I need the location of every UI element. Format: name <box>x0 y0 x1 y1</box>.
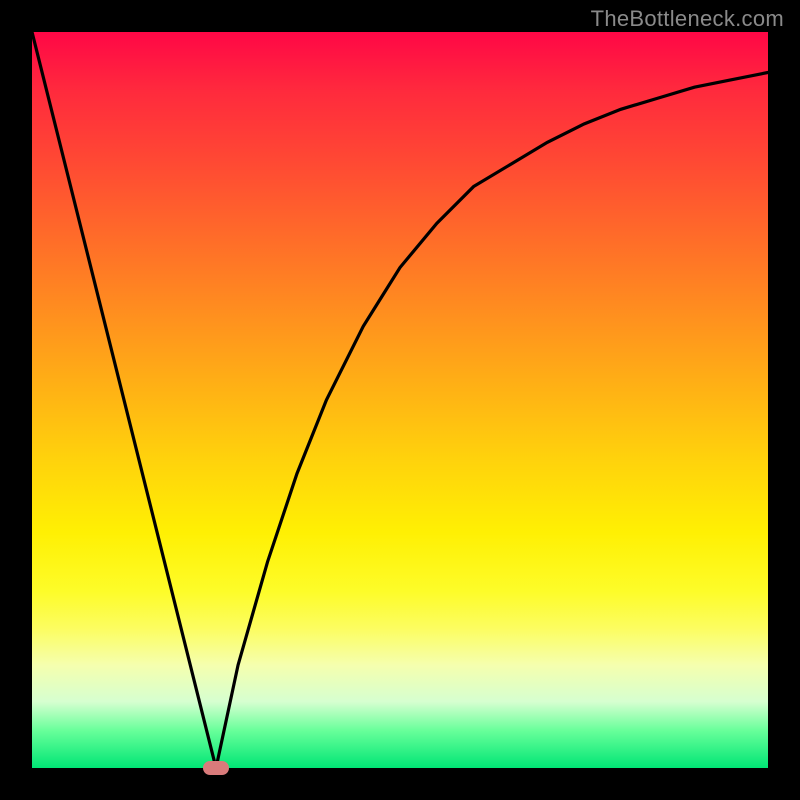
plot-area <box>32 32 768 768</box>
left-line <box>32 32 216 768</box>
chart-frame: TheBottleneck.com <box>0 0 800 800</box>
curve-layer <box>32 32 768 768</box>
right-curve <box>216 72 768 768</box>
bottleneck-marker <box>203 761 229 775</box>
watermark-text: TheBottleneck.com <box>591 6 784 32</box>
